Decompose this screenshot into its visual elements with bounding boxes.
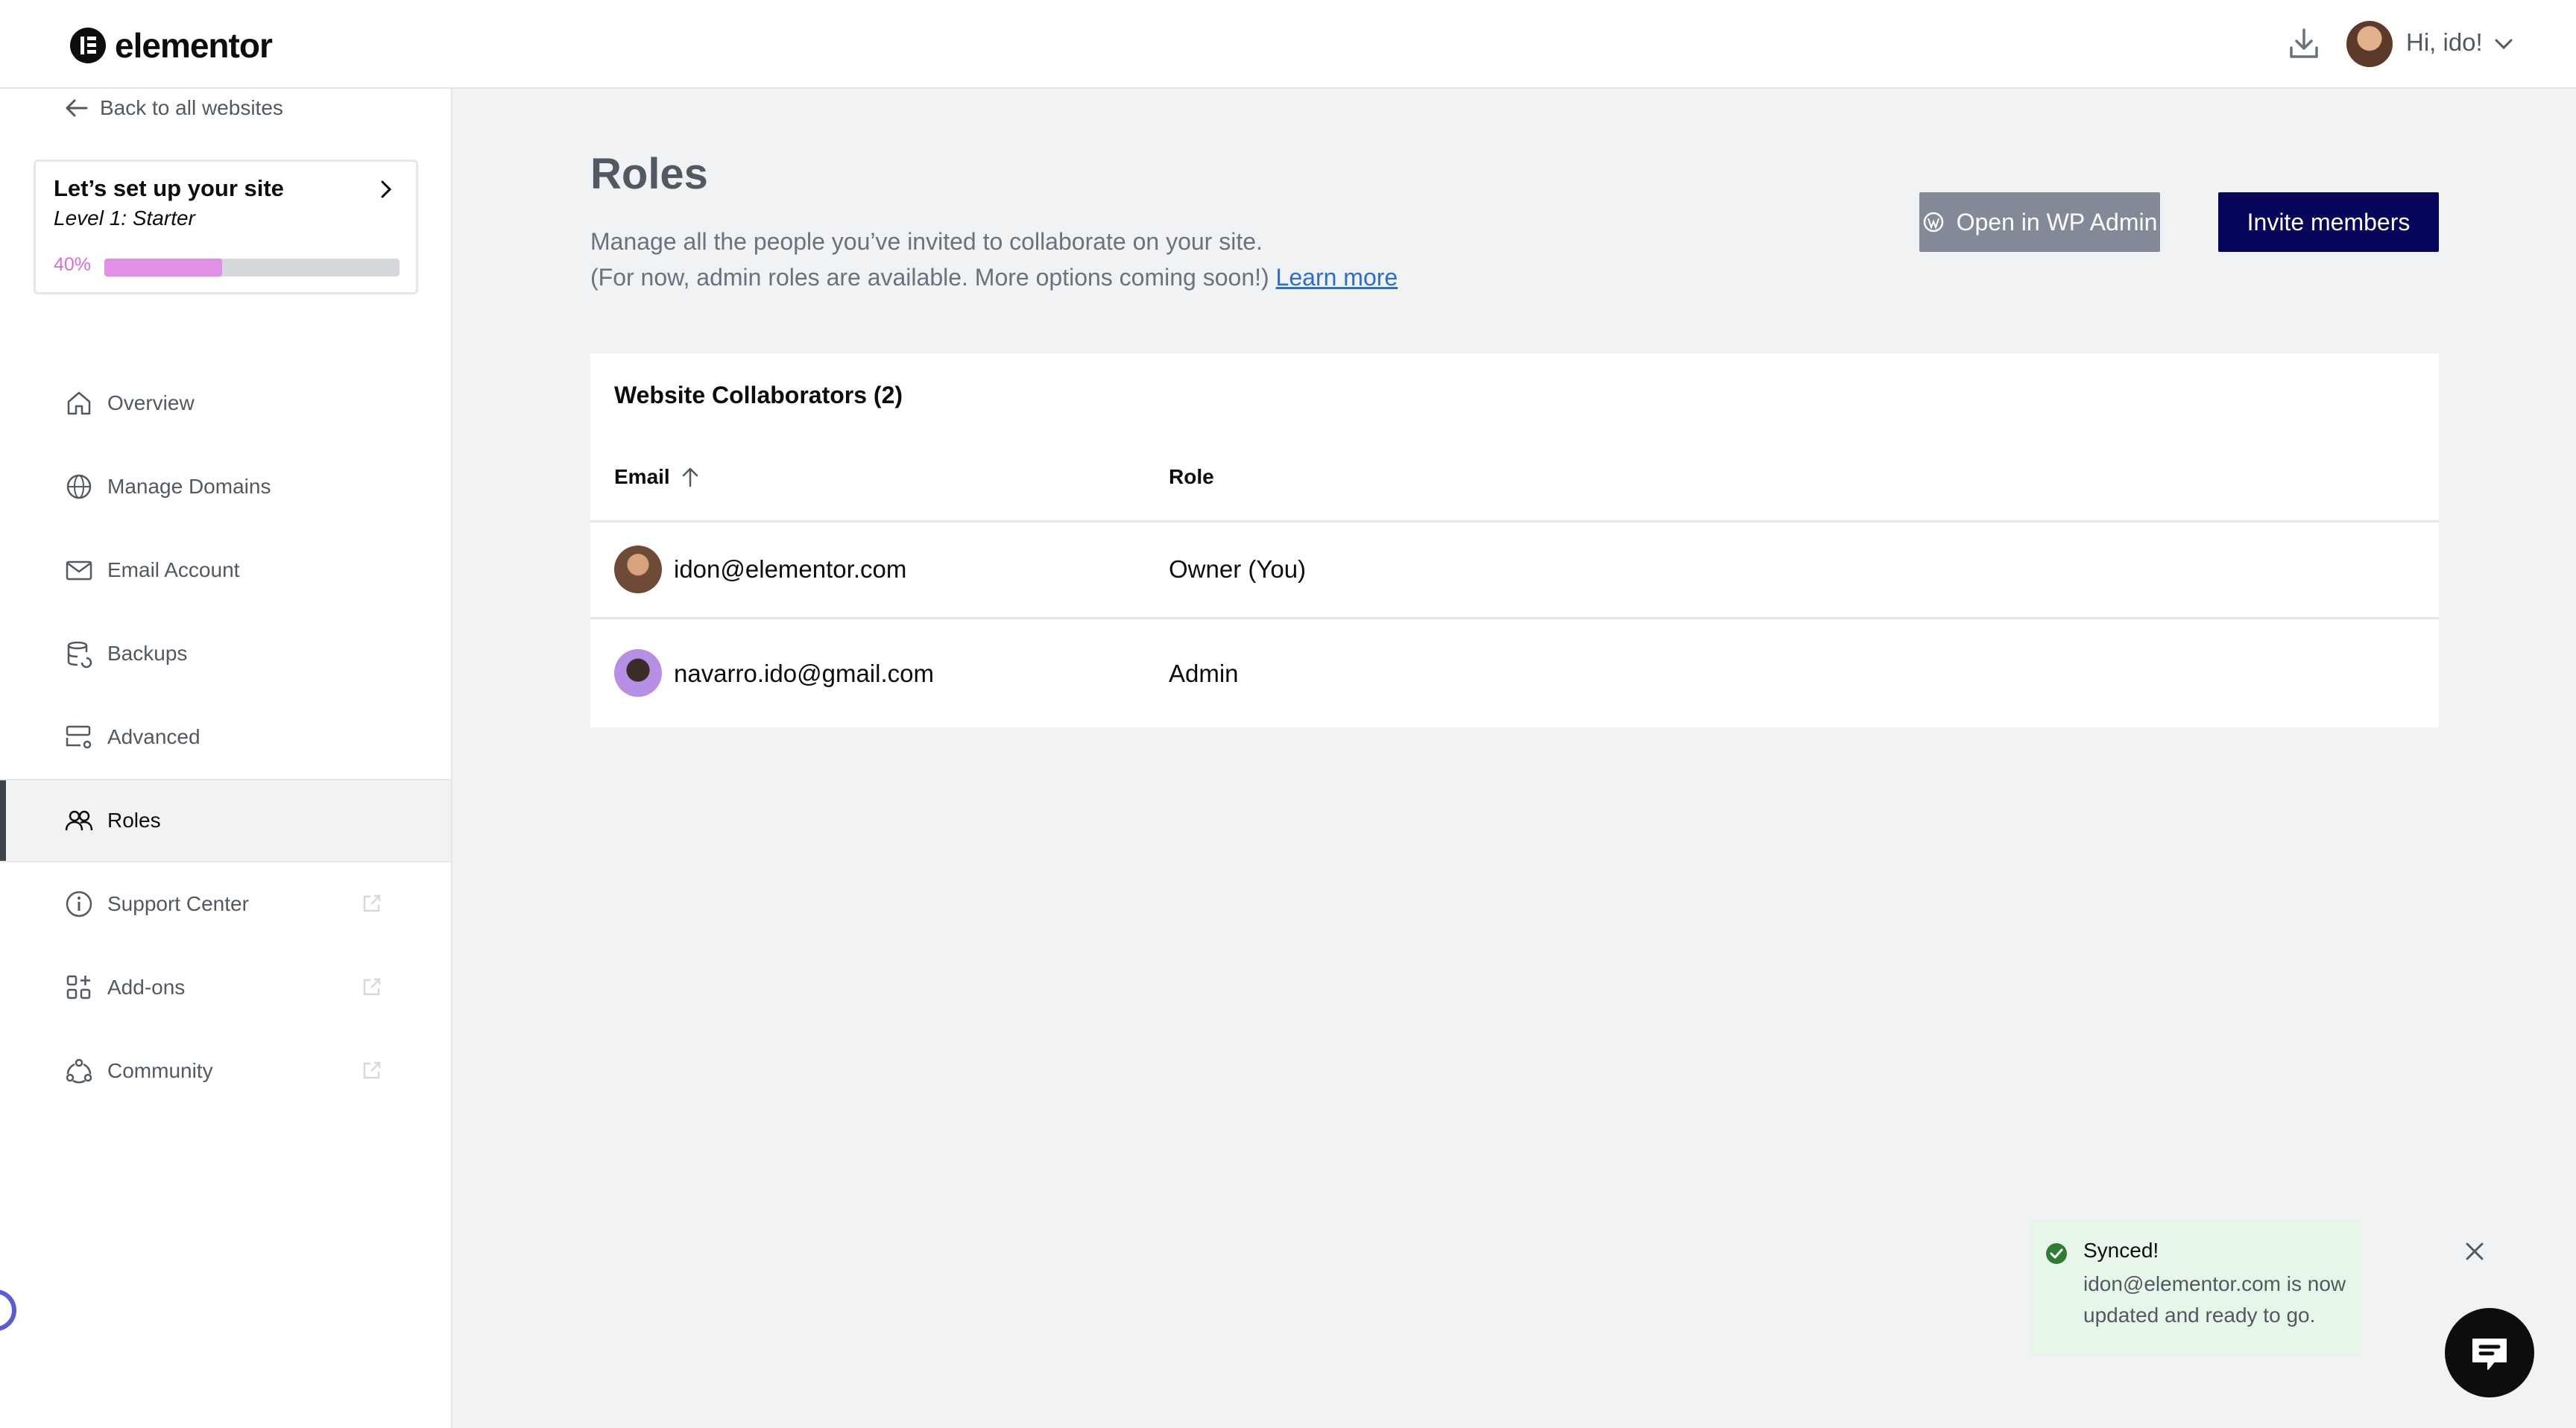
setup-progress-fill [104, 259, 223, 277]
toast-message: idon@elementor.com is now updated and re… [2083, 1272, 2346, 1327]
sidebar-item-email-account[interactable]: Email Account [0, 528, 451, 612]
brand-name: elementor [115, 26, 273, 65]
sidebar-item-add-ons[interactable]: Add-ons [0, 946, 451, 1029]
sidebar-item-support-center[interactable]: Support Center [0, 862, 451, 946]
sidebar-item-label: Email Account [107, 558, 240, 581]
check-circle-icon [2046, 1243, 2067, 1264]
sort-ascending-icon [682, 467, 698, 487]
sidebar-nav: Overview Manage Domains Email Account Ba… [0, 361, 451, 1113]
back-to-websites-link[interactable]: Back to all websites [64, 96, 283, 120]
open-wp-admin-label: Open in WP Admin [1956, 208, 2158, 236]
setup-progress-percent: 40% [54, 254, 92, 275]
avatar [614, 546, 662, 593]
setup-site-card[interactable]: Let’s set up your site Level 1: Starter … [34, 159, 418, 294]
addons-icon [66, 975, 91, 999]
page-description: Manage all the people you’ve invited to … [590, 224, 1398, 295]
sidebar-item-backups[interactable]: Backups [0, 612, 451, 695]
back-link-label: Back to all websites [100, 96, 283, 119]
setup-progress-bar [104, 259, 400, 277]
users-icon [65, 810, 93, 831]
chat-button[interactable] [2445, 1308, 2534, 1397]
toast-title: Synced! [2083, 1239, 2159, 1262]
sidebar-item-label: Backups [107, 642, 188, 665]
setup-title: Let’s set up your site [54, 175, 284, 201]
elementor-logo-icon [70, 28, 106, 63]
close-icon[interactable] [2462, 1239, 2487, 1264]
collaborator-email: idon@elementor.com [674, 555, 907, 583]
role-column-header: Role [1169, 465, 1214, 489]
description-line-2-text: (For now, admin roles are available. Mor… [590, 264, 1269, 291]
sidebar-item-roles[interactable]: Roles [0, 779, 451, 862]
chevron-right-icon [381, 180, 392, 198]
invite-members-button[interactable]: Invite members [2218, 192, 2439, 252]
download-icon[interactable] [2285, 25, 2323, 63]
sidebar-item-manage-domains[interactable]: Manage Domains [0, 445, 451, 528]
community-icon [66, 1058, 92, 1084]
sidebar-item-community[interactable]: Community [0, 1029, 451, 1113]
email-header-label: Email [614, 465, 670, 488]
sidebar-item-overview[interactable]: Overview [0, 361, 451, 445]
collaborator-email: navarro.ido@gmail.com [674, 660, 934, 687]
info-icon [66, 891, 92, 917]
page-title: Roles [590, 150, 708, 198]
external-link-icon [363, 1061, 381, 1079]
email-column-header[interactable]: Email [614, 465, 700, 489]
setup-level: Level 1: Starter [54, 206, 195, 230]
sidebar-item-label: Roles [107, 809, 161, 832]
database-icon [67, 641, 92, 669]
globe-icon [66, 474, 92, 499]
chevron-down-icon[interactable] [2493, 33, 2515, 55]
sidebar-item-label: Add-ons [107, 976, 186, 999]
open-wp-admin-button[interactable]: Open in WP Admin [1919, 192, 2160, 252]
floating-widget-button[interactable] [0, 1289, 16, 1331]
envelope-icon [66, 560, 92, 581]
chat-icon [2472, 1339, 2507, 1370]
collaborator-role: Admin [1169, 660, 1239, 687]
learn-more-link[interactable]: Learn more [1276, 264, 1398, 291]
wordpress-icon [1923, 212, 1943, 233]
user-avatar[interactable] [2346, 21, 2393, 67]
server-settings-icon [64, 725, 94, 752]
collaborators-title: Website Collaborators (2) [614, 382, 903, 408]
external-link-icon [363, 894, 381, 912]
elementor-logo[interactable]: elementor [70, 25, 273, 66]
sidebar-item-label: Support Center [107, 892, 249, 915]
arrow-left-icon [66, 99, 88, 117]
top-bar: elementor Hi, ido! [0, 0, 2576, 89]
role-header-label: Role [1169, 465, 1214, 488]
sidebar-item-label: Community [107, 1059, 213, 1082]
table-row: navarro.ido@gmail.com Admin [590, 617, 2439, 727]
sidebar-item-label: Advanced [107, 725, 201, 748]
collaborator-role: Owner (You) [1169, 555, 1307, 583]
collaborators-card: Website Collaborators (2) Email Role ido… [590, 353, 2439, 727]
description-line-1: Manage all the people you’ve invited to … [590, 228, 1263, 255]
table-row: idon@elementor.com Owner (You) [590, 520, 2439, 617]
home-icon [67, 391, 91, 415]
avatar [614, 649, 662, 697]
user-greeting[interactable]: Hi, ido! [2406, 28, 2483, 57]
sidebar: Back to all websites Let’s set up your s… [0, 89, 452, 1428]
sync-toast: Synced! idon@elementor.com is now update… [2030, 1219, 2484, 1356]
sidebar-item-advanced[interactable]: Advanced [0, 695, 451, 779]
sidebar-item-label: Overview [107, 391, 195, 414]
sidebar-item-label: Manage Domains [107, 475, 271, 498]
description-line-2: (For now, admin roles are available. Mor… [590, 259, 1398, 295]
external-link-icon [363, 978, 381, 996]
